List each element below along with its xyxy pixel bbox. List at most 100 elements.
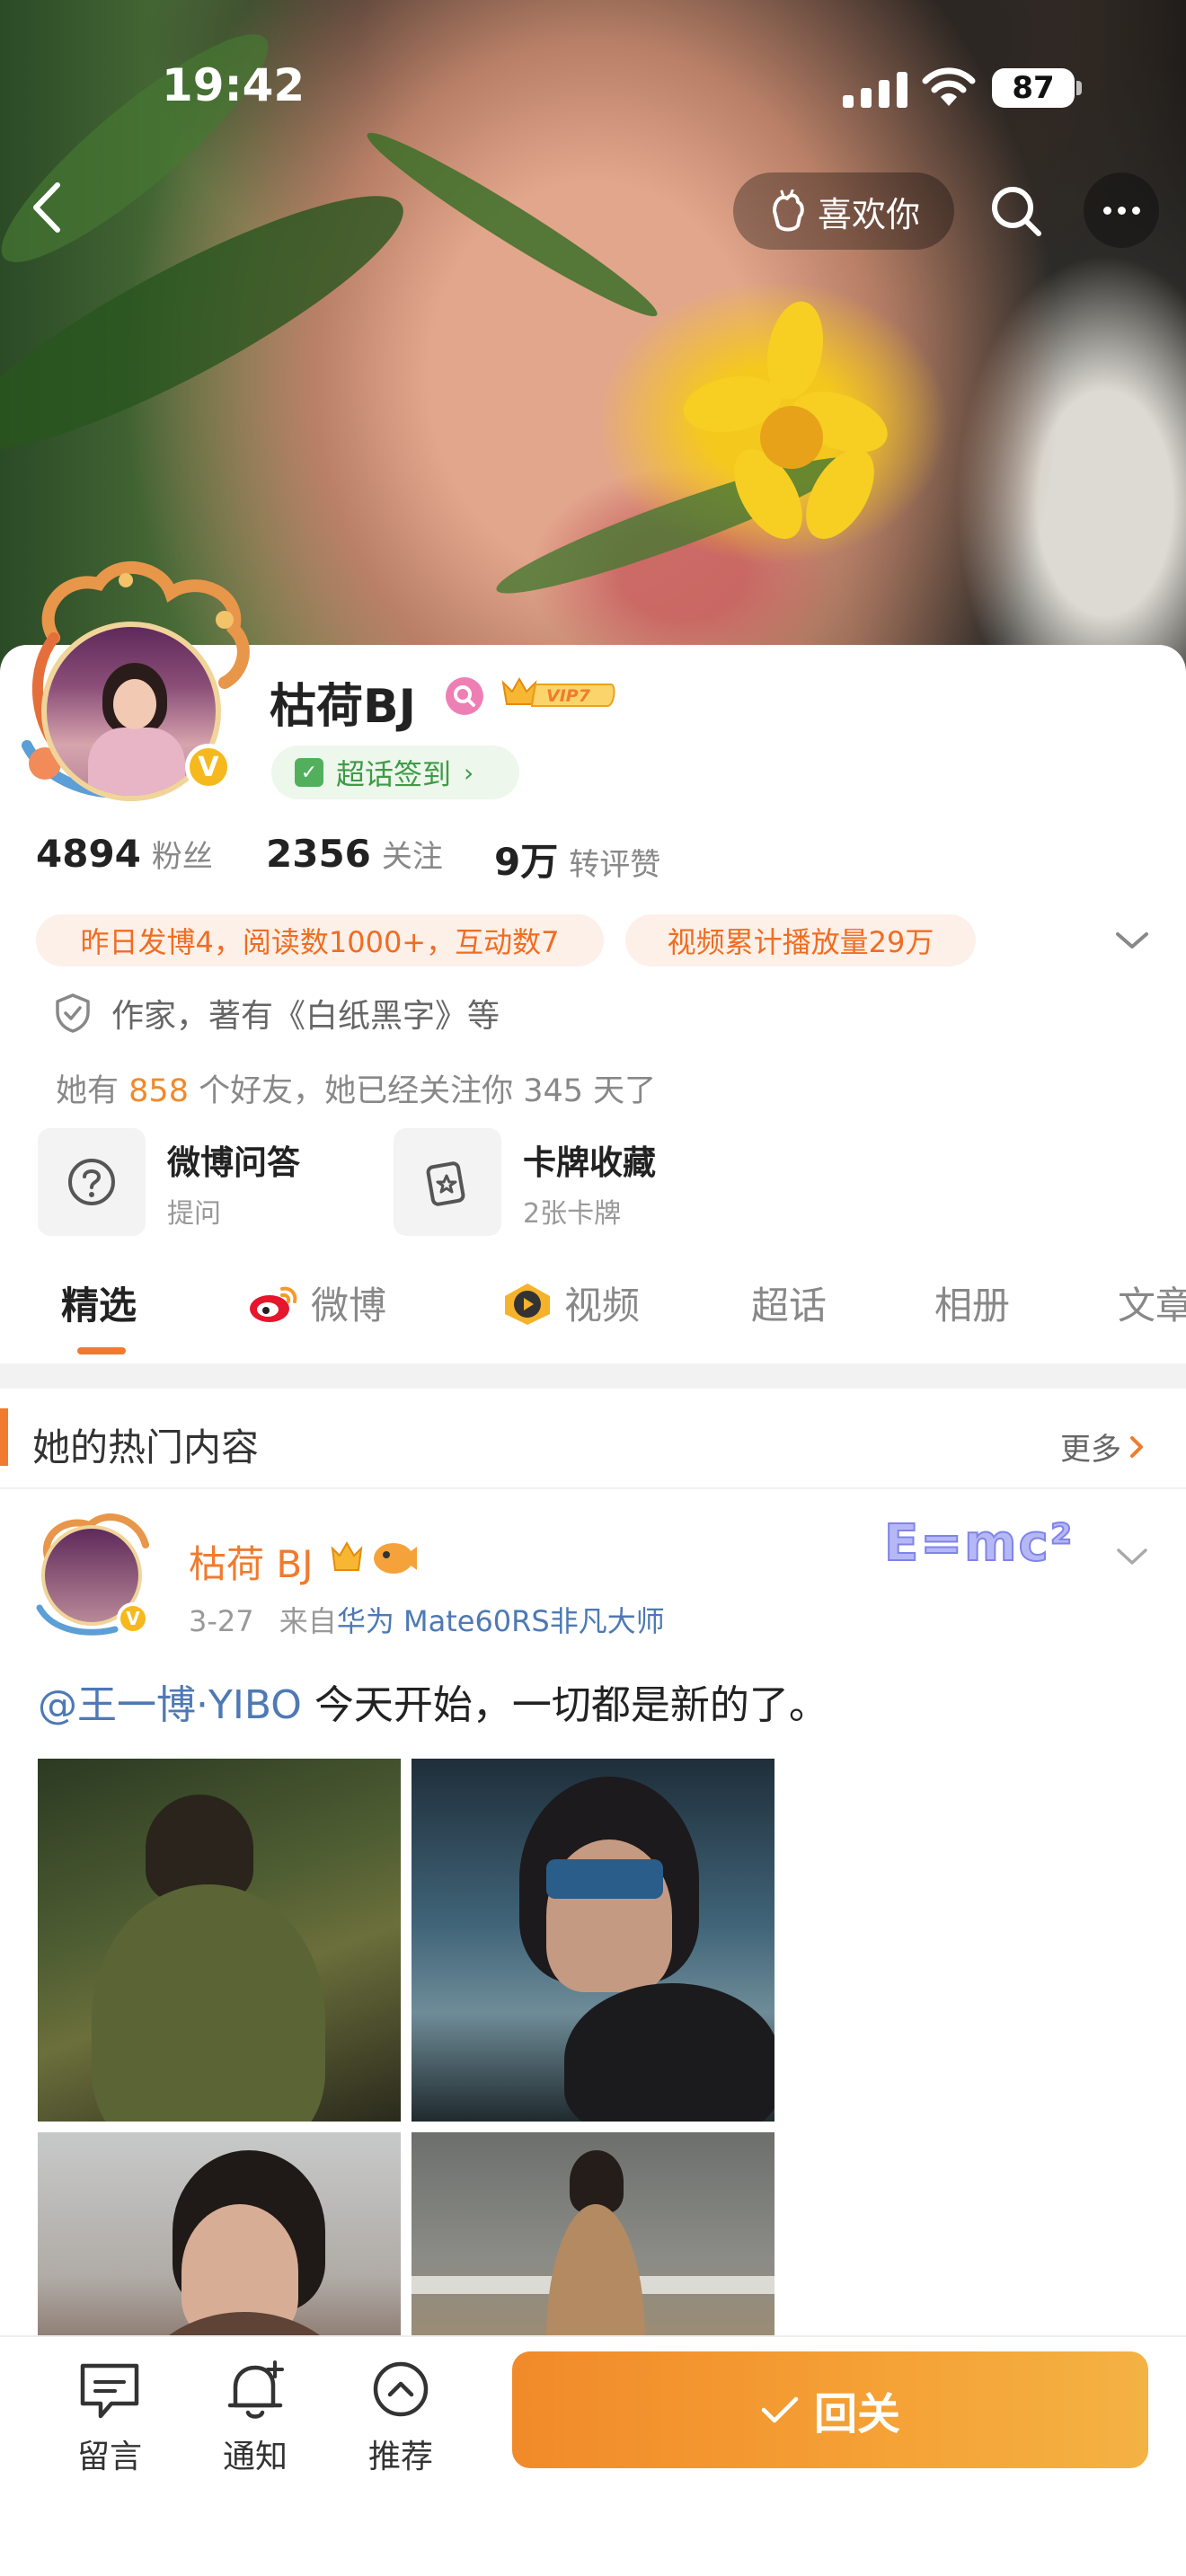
status-time: 19:42 [162, 59, 305, 111]
mutual-friends-row[interactable]: 她有 858 个好友，她已经关注你 345 天了 [56, 1065, 656, 1111]
card-collection-subtitle: 2张卡牌 [523, 1198, 622, 1230]
tab-video[interactable]: 视频 [501, 1275, 640, 1330]
emc2-sticker: E=mc² [883, 1513, 1075, 1574]
chevron-right-icon [1130, 1435, 1143, 1458]
tab-articles-label: 文章 [1118, 1284, 1186, 1328]
follow-back-label: 回关 [813, 2389, 900, 2439]
message-icon [80, 2363, 139, 2419]
vip-badge[interactable]: VIP7 [500, 674, 616, 715]
more-dot-icon [1117, 206, 1126, 215]
tab-album-label: 相册 [934, 1284, 1011, 1328]
tab-weibo-label: 微博 [311, 1284, 387, 1328]
chevron-down-icon[interactable] [1114, 1543, 1150, 1570]
chevron-down-icon[interactable] [1112, 925, 1152, 956]
engagement-label: 转评赞 [569, 847, 661, 883]
post-source-prefix: 来自 [279, 1604, 337, 1638]
post-author-avatar[interactable]: V [34, 1509, 153, 1636]
back-button[interactable] [18, 176, 81, 239]
chevron-right-icon: › [464, 757, 474, 788]
hot-content-title: 她的热门内容 [32, 1425, 260, 1469]
active-tab-indicator [77, 1347, 126, 1354]
tab-articles[interactable]: 文章 [1118, 1275, 1186, 1330]
more-dot-icon [1131, 206, 1140, 215]
like-you-button[interactable]: 喜欢你 [733, 172, 954, 250]
post-mention[interactable]: @王一博·YIBO [38, 1682, 302, 1728]
checkin-label: 超话签到 [336, 757, 452, 791]
question-icon [38, 1128, 146, 1236]
card-collection-entry[interactable]: 卡牌收藏 2张卡牌 [394, 1128, 735, 1236]
verified-badge: V [185, 744, 232, 790]
following-stat[interactable]: 2356 关注 [266, 832, 443, 876]
friends-prefix: 她有 [56, 1073, 119, 1109]
fans-count: 4894 [36, 832, 141, 876]
post-author-name[interactable]: 枯荷 BJ [189, 1534, 314, 1589]
friends-count: 858 [128, 1073, 189, 1109]
post-body: 今天开始，一切都是新的了。 [301, 1682, 828, 1728]
tab-album[interactable]: 相册 [934, 1275, 1010, 1330]
weibo-qa-subtitle: 提问 [167, 1198, 221, 1230]
weibo-qa-title: 微博问答 [167, 1143, 300, 1182]
more-options-button[interactable] [1084, 172, 1159, 248]
like-you-label: 喜欢你 [817, 194, 920, 234]
video-play-icon [505, 1283, 550, 1325]
following-count: 2356 [266, 832, 371, 876]
post-meta: 3-27 来自华为 Mate60RS非凡大师 [189, 1599, 665, 1640]
vip-level-label: VIP7 [546, 686, 591, 706]
message-label: 留言 [76, 2439, 142, 2475]
following-label: 关注 [381, 839, 443, 875]
recommend-label: 推荐 [367, 2439, 433, 2475]
hot-more-label: 更多 [1060, 1432, 1121, 1468]
search-button[interactable] [985, 180, 1048, 243]
cellular-signal-icon [843, 72, 907, 108]
section-divider [0, 1363, 1186, 1389]
follow-back-button[interactable]: 回关 [512, 2351, 1148, 2468]
fans-label: 粉丝 [151, 839, 213, 875]
tab-super-topic[interactable]: 超话 [751, 1275, 827, 1330]
super-topic-checkin-button[interactable]: ✓ 超话签到 › [271, 745, 519, 799]
engagement-stat[interactable]: 9万 转评赞 [494, 832, 660, 887]
super-topic-badge-icon[interactable] [446, 677, 483, 715]
notify-button[interactable]: 通知 [201, 2357, 309, 2477]
notify-label: 通知 [222, 2439, 288, 2475]
crown-badge-icon [331, 1540, 417, 1574]
bio-row: 作家，著有《白纸黑字》等 [54, 990, 500, 1037]
tab-super-topic-label: 超话 [751, 1284, 828, 1328]
weibo-qa-entry[interactable]: 微博问答 提问 [38, 1128, 379, 1236]
chevron-up-circle-icon [373, 2361, 429, 2417]
engagement-count: 9万 [494, 840, 559, 884]
video-views-tag[interactable]: 视频累计播放量29万 [625, 914, 976, 966]
card-collection-title: 卡牌收藏 [523, 1143, 656, 1182]
fist-bump-icon [772, 190, 804, 232]
fans-stat[interactable]: 4894 粉丝 [36, 832, 213, 876]
weibo-logo-icon [250, 1286, 297, 1322]
tab-featured[interactable]: 精选 [61, 1275, 137, 1330]
activity-tag[interactable]: 昨日发博4，阅读数1000+，互动数7 [36, 914, 604, 966]
checkin-check-icon: ✓ [295, 758, 323, 787]
verified-badge: V [117, 1602, 149, 1635]
profile-name: 枯荷BJ [270, 680, 416, 734]
post-device[interactable]: 华为 Mate60RS非凡大师 [337, 1604, 665, 1638]
recommend-button[interactable]: 推荐 [347, 2357, 455, 2477]
bio-text: 作家，著有《白纸黑字》等 [111, 998, 500, 1035]
battery-tip [1076, 81, 1082, 95]
message-button[interactable]: 留言 [56, 2357, 164, 2477]
divider [0, 1487, 1186, 1489]
tab-featured-label: 精选 [61, 1284, 137, 1328]
post-photo[interactable] [38, 1759, 401, 2122]
more-dot-icon [1102, 206, 1111, 215]
post-text: @王一博·YIBO 今天开始，一切都是新的了。 [38, 1672, 828, 1730]
bell-plus-icon [227, 2360, 284, 2419]
wifi-icon [922, 67, 976, 106]
post-photo[interactable] [412, 1759, 774, 2122]
battery-indicator: 87 [992, 68, 1075, 108]
post-date: 3-27 [189, 1604, 254, 1638]
magnifier-icon [454, 685, 475, 707]
shield-check-icon [56, 993, 90, 1033]
hot-more-link[interactable]: 更多 [1060, 1425, 1146, 1469]
tab-video-label: 视频 [564, 1284, 641, 1328]
card-star-icon [394, 1128, 501, 1236]
tab-weibo[interactable]: 微博 [248, 1275, 386, 1330]
friends-suffix: 个好友，她已经关注你 345 天了 [199, 1073, 657, 1109]
check-icon [761, 2396, 799, 2423]
section-accent-bar [0, 1408, 8, 1466]
